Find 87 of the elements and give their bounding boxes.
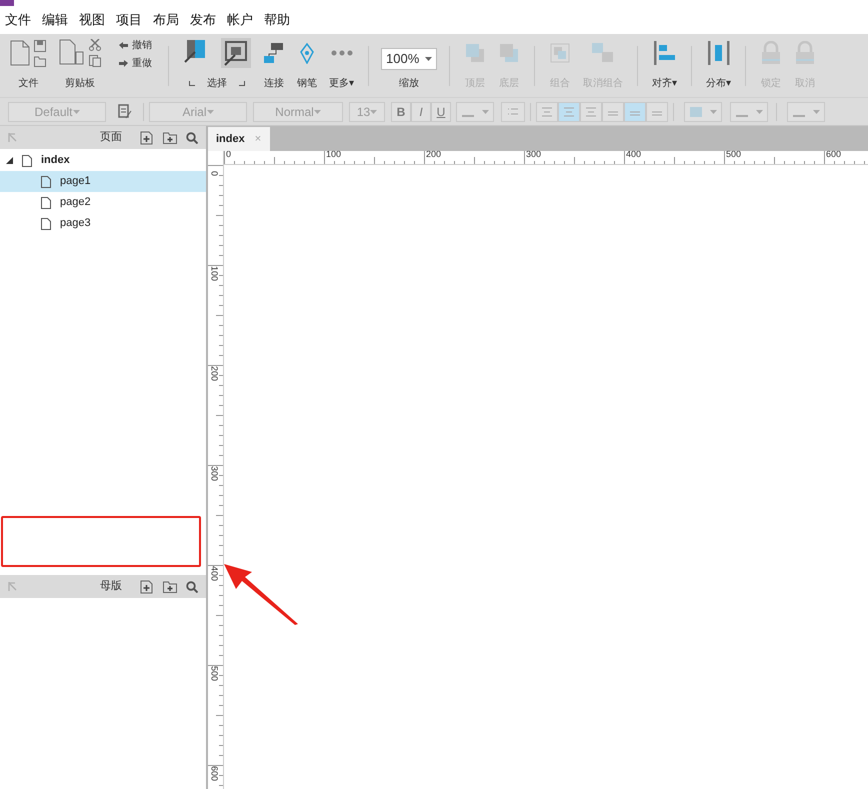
document-tab[interactable]: index × [208, 127, 270, 151]
search-icon[interactable] [186, 580, 198, 592]
color-color-button[interactable] [456, 102, 494, 122]
align-text-button[interactable] [536, 102, 558, 122]
shadow-color-button[interactable] [730, 102, 768, 122]
page-copy-icon[interactable] [59, 39, 85, 65]
ruler-label: 0 [210, 170, 218, 178]
toolbar-label: 缩放 [399, 76, 419, 91]
page-icon [41, 196, 51, 208]
undo-arrow-icon [119, 42, 128, 49]
ruler-label: 400 [210, 564, 218, 584]
toolbar-label[interactable]: 文件 [18, 76, 38, 91]
collapse-arrow-icon[interactable] [8, 582, 17, 591]
toolbar-label[interactable]: 选择 [207, 76, 227, 91]
swatch-icon [690, 106, 702, 116]
tree-item[interactable]: page3 [0, 213, 206, 234]
collapse-arrow-icon[interactable] [8, 133, 17, 142]
scissors-icon[interactable] [89, 39, 101, 51]
page-icon [22, 154, 32, 166]
panel-title: 母版 [100, 579, 122, 594]
align-lines-icon [541, 106, 553, 116]
align-lines-icon [585, 106, 597, 116]
menu-item[interactable]: 发布 [190, 10, 216, 30]
pen-icon[interactable] [298, 42, 316, 64]
ruler-label: 300 [526, 151, 542, 159]
new-page-icon[interactable] [10, 40, 30, 66]
expand-caret-icon[interactable] [6, 157, 13, 164]
ruler-label: 500 [210, 664, 218, 684]
tree-item[interactable]: page1 [0, 171, 206, 192]
add-page-icon[interactable] [140, 130, 153, 144]
align-text-button[interactable] [624, 102, 646, 122]
menu-item[interactable]: 视图 [79, 10, 105, 30]
distribute-icon[interactable] [706, 41, 730, 65]
panel-title: 页面 [100, 130, 122, 146]
menu-item[interactable]: 项目 [116, 10, 142, 30]
paste-icon[interactable] [89, 55, 101, 67]
save-icon[interactable] [34, 40, 46, 52]
toolbar-label[interactable]: 钢笔 [297, 76, 317, 91]
add-folder-icon[interactable] [163, 580, 177, 592]
tree-item[interactable]: index [0, 150, 206, 171]
zoom-dropdown[interactable]: 100% [381, 48, 437, 70]
ruler-label: 600 [826, 151, 842, 159]
ruler-label: 400 [626, 151, 642, 159]
ruler-label: 0 [226, 151, 232, 159]
add-folder-icon[interactable] [163, 132, 177, 144]
caret-icon[interactable] [425, 57, 432, 61]
toolbar-label[interactable]: 连接 [264, 76, 284, 91]
add-page-icon[interactable] [140, 580, 153, 594]
ruler-label: 100 [326, 151, 342, 159]
align-left-icon[interactable] [652, 41, 676, 65]
ruler-label: 200 [426, 151, 442, 159]
menu-item[interactable]: 文件 [5, 10, 31, 30]
ruler-label: 500 [726, 151, 742, 159]
app-logo-icon [0, 0, 14, 6]
toolbar-label[interactable]: 对齐▾ [652, 76, 677, 91]
menu-item[interactable]: 帐户 [227, 10, 253, 30]
page-icon [41, 176, 51, 188]
ruler-label: 100 [210, 264, 218, 284]
align-lines-icon [563, 106, 575, 116]
fill-color-button[interactable] [684, 102, 722, 122]
ruler-label: 200 [210, 364, 218, 384]
select-contain-icon[interactable] [221, 38, 251, 68]
toolbar-label[interactable]: 更多▾ [329, 76, 354, 91]
redo-arrow-icon [119, 60, 128, 67]
menu-item[interactable]: 帮助 [264, 10, 290, 30]
undo-button[interactable]: 撤销 [119, 38, 152, 53]
redo-button[interactable]: 重做 [119, 56, 152, 71]
format-painter-icon[interactable] [118, 104, 132, 119]
align-text-button[interactable] [646, 102, 668, 122]
dots-icon[interactable] [330, 50, 352, 56]
tree-item[interactable]: page2 [0, 192, 206, 213]
page-icon [41, 218, 51, 230]
ruler-label: 600 [210, 764, 218, 784]
align-text-button[interactable] [580, 102, 602, 122]
align-text-button[interactable] [602, 102, 624, 122]
list-icon [507, 106, 519, 116]
connector-icon[interactable] [263, 42, 285, 64]
ruler-label: 300 [210, 464, 218, 484]
folder-icon[interactable] [34, 56, 47, 66]
bullet-list-button[interactable] [501, 102, 525, 122]
toolbar-label[interactable]: 剪贴板 [65, 76, 95, 91]
menu-item[interactable]: 布局 [153, 10, 179, 30]
search-icon[interactable] [186, 132, 198, 144]
menu-item[interactable]: 编辑 [42, 10, 68, 30]
align-text-button[interactable] [558, 102, 580, 122]
line-color-button[interactable] [787, 102, 825, 122]
toolbar-label[interactable]: 分布▾ [706, 76, 731, 91]
